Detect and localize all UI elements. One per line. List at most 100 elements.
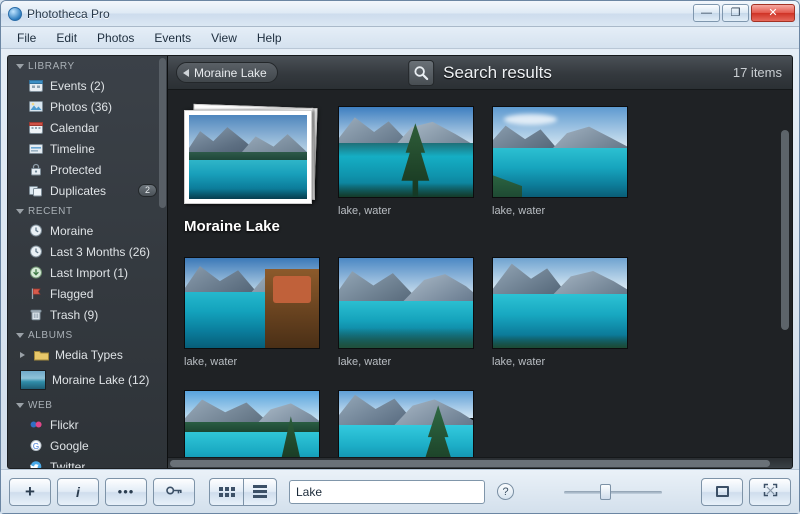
duplicates-badge: 2 bbox=[137, 183, 157, 198]
flickr-icon bbox=[28, 418, 44, 432]
photo-cell[interactable]: lake, water bbox=[338, 257, 474, 368]
sidebar-item-last-3-months[interactable]: Last 3 Months (26) bbox=[8, 241, 167, 262]
fullscreen-button[interactable] bbox=[749, 477, 791, 506]
sidebar-item-events[interactable]: Events (2) bbox=[8, 75, 167, 96]
single-photo-view-button[interactable] bbox=[701, 477, 743, 506]
grid-view-button[interactable] bbox=[209, 477, 243, 506]
google-icon: G bbox=[28, 439, 44, 453]
window-title: Phototheca Pro bbox=[27, 6, 110, 21]
sidebar-section-label: WEB bbox=[28, 400, 53, 411]
list-view-button[interactable] bbox=[243, 477, 277, 506]
menu-view[interactable]: View bbox=[201, 28, 247, 48]
sidebar-item-label: Trash (9) bbox=[50, 307, 99, 322]
sidebar-item-label: Twitter bbox=[50, 459, 86, 469]
horizontal-scrollbar[interactable] bbox=[168, 457, 792, 468]
sidebar-item-label: Protected bbox=[50, 162, 102, 177]
sidebar-section-library[interactable]: LIBRARY bbox=[8, 56, 167, 75]
search-icon bbox=[408, 59, 435, 86]
maximize-button[interactable]: ❐ bbox=[722, 4, 749, 22]
sidebar-item-label: Flickr bbox=[50, 417, 79, 432]
zoom-slider[interactable] bbox=[564, 482, 662, 502]
search-input[interactable]: Lake bbox=[289, 479, 485, 504]
main-area: LIBRARY Events (2) Photos (36) Calendar bbox=[1, 49, 799, 469]
photo-cell[interactable]: lake, water bbox=[338, 106, 474, 235]
sidebar-item-media-types[interactable]: Media Types bbox=[8, 344, 167, 365]
sidebar-item-label: Moraine Lake (12) bbox=[52, 373, 150, 387]
sidebar-item-label: Calendar bbox=[50, 120, 99, 135]
photo-cell-featured[interactable]: Moraine Lake bbox=[184, 103, 320, 235]
menu-edit[interactable]: Edit bbox=[46, 28, 87, 48]
key-button[interactable] bbox=[153, 477, 195, 506]
horizontal-scrollbar-thumb[interactable] bbox=[170, 460, 770, 467]
photo-cell[interactable]: lake, water bbox=[492, 106, 628, 235]
maximize-icon: ❐ bbox=[730, 6, 741, 19]
search-results-heading: Search results bbox=[408, 59, 552, 86]
key-icon bbox=[165, 484, 183, 500]
sidebar-item-label: Media Types bbox=[55, 347, 123, 362]
sidebar-item-duplicates[interactable]: Duplicates 2 bbox=[8, 180, 167, 201]
sidebar-item-trash[interactable]: Trash (9) bbox=[8, 304, 167, 325]
breadcrumb[interactable]: Moraine Lake bbox=[176, 62, 278, 83]
chevron-down-icon bbox=[16, 403, 24, 408]
search-results-label: Search results bbox=[443, 62, 552, 82]
sidebar-item-label: Flagged bbox=[50, 286, 94, 301]
sidebar-section-label: LIBRARY bbox=[28, 61, 75, 72]
flag-icon bbox=[28, 287, 44, 301]
sidebar-item-moraine[interactable]: Moraine bbox=[8, 220, 167, 241]
view-controls bbox=[701, 477, 791, 506]
photo-cell[interactable]: lake, water bbox=[184, 390, 320, 457]
menu-photos[interactable]: Photos bbox=[87, 28, 144, 48]
zoom-slider-knob[interactable] bbox=[600, 483, 611, 500]
sidebar-item-flagged[interactable]: Flagged bbox=[8, 283, 167, 304]
close-button[interactable]: ✕ bbox=[751, 4, 795, 22]
sidebar-item-timeline[interactable]: Timeline bbox=[8, 138, 167, 159]
sidebar-item-label: Timeline bbox=[50, 141, 95, 156]
sidebar-item-flickr[interactable]: Flickr bbox=[8, 414, 167, 435]
menu-events[interactable]: Events bbox=[144, 28, 201, 48]
add-button[interactable]: + bbox=[9, 477, 51, 506]
sidebar-section-web[interactable]: WEB bbox=[8, 395, 167, 414]
photo-caption: lake, water bbox=[338, 356, 392, 368]
sidebar-item-calendar[interactable]: Calendar bbox=[8, 117, 167, 138]
breadcrumb-label: Moraine Lake bbox=[194, 65, 267, 80]
trash-icon bbox=[28, 308, 44, 322]
chevron-right-icon[interactable] bbox=[20, 351, 25, 358]
chevron-down-icon bbox=[16, 209, 24, 214]
content-scrollbar[interactable] bbox=[781, 130, 789, 330]
calendar-events-icon bbox=[28, 79, 44, 93]
album-thumb bbox=[20, 370, 46, 390]
sidebar-item-google[interactable]: G Google bbox=[8, 435, 167, 456]
photo-thumbnail bbox=[338, 106, 474, 198]
menu-help[interactable]: Help bbox=[247, 28, 292, 48]
items-count: 17 items bbox=[732, 65, 782, 80]
menu-file[interactable]: File bbox=[7, 28, 46, 48]
duplicates-icon bbox=[28, 184, 44, 198]
list-icon bbox=[253, 485, 267, 498]
help-button[interactable]: ? bbox=[497, 483, 514, 500]
minimize-icon: — bbox=[701, 6, 712, 19]
photo-cell[interactable]: lake, water bbox=[184, 257, 320, 368]
sidebar-item-label: Moraine bbox=[50, 223, 94, 238]
sidebar-item-moraine-lake-album[interactable]: Moraine Lake (12) bbox=[8, 365, 167, 395]
photo-thumbnail bbox=[338, 390, 474, 457]
sidebar-section-label: RECENT bbox=[28, 206, 73, 217]
photo-cell[interactable]: lake, water bbox=[492, 257, 628, 368]
view-mode-toggle bbox=[209, 477, 277, 506]
sidebar-section-albums[interactable]: ALBUMS bbox=[8, 325, 167, 344]
chevron-down-icon bbox=[16, 64, 24, 69]
clock-icon bbox=[28, 245, 44, 259]
sidebar-section-recent[interactable]: RECENT bbox=[8, 201, 167, 220]
lock-icon bbox=[28, 163, 44, 177]
photo-caption: lake, water bbox=[492, 356, 546, 368]
menu-bar: File Edit Photos Events View Help bbox=[1, 27, 799, 49]
sidebar-item-last-import[interactable]: Last Import (1) bbox=[8, 262, 167, 283]
sidebar-item-twitter[interactable]: Twitter bbox=[8, 456, 167, 469]
sidebar-section-label: ALBUMS bbox=[28, 330, 73, 341]
photo-cell[interactable]: lake, water bbox=[338, 390, 474, 457]
sidebar-item-photos[interactable]: Photos (36) bbox=[8, 96, 167, 117]
sidebar-item-protected[interactable]: Protected bbox=[8, 159, 167, 180]
sidebar-item-label: Events (2) bbox=[50, 78, 105, 93]
minimize-button[interactable]: — bbox=[693, 4, 720, 22]
more-options-button[interactable]: ••• bbox=[105, 477, 147, 506]
info-button[interactable]: i bbox=[57, 477, 99, 506]
